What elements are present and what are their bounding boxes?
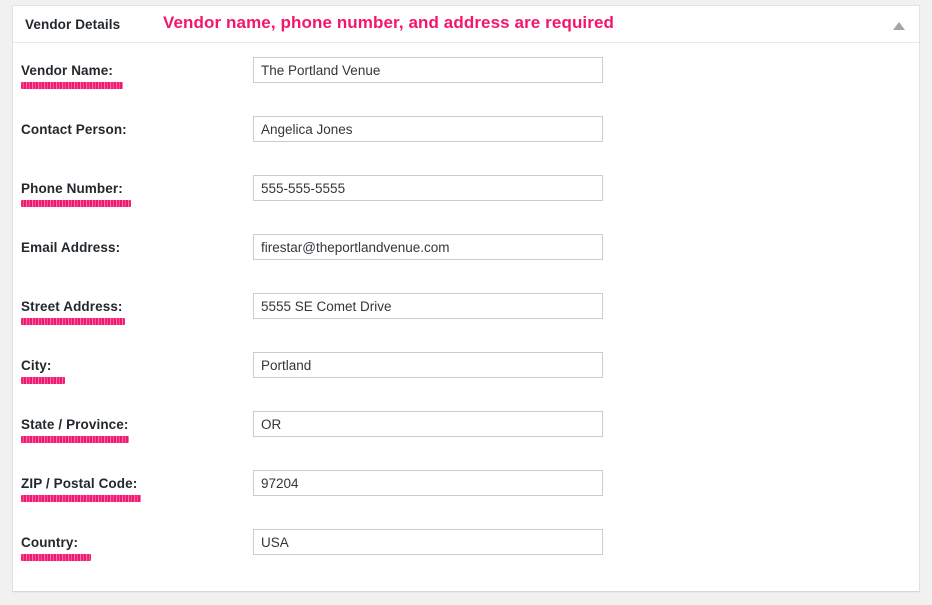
field-input[interactable] bbox=[253, 293, 603, 319]
field-label-group: Vendor Name: bbox=[21, 63, 243, 89]
required-fields-alert: Vendor name, phone number, and address a… bbox=[163, 13, 615, 32]
field-label-group: Street Address: bbox=[21, 299, 243, 325]
field-input[interactable] bbox=[253, 352, 603, 378]
field-label: State / Province: bbox=[21, 417, 129, 432]
required-field-marker bbox=[21, 318, 125, 325]
field-input[interactable] bbox=[253, 234, 603, 260]
form-field-row: ZIP / Postal Code: bbox=[13, 470, 919, 528]
required-field-marker bbox=[21, 436, 129, 443]
field-label: Vendor Name: bbox=[21, 63, 113, 78]
field-label: Contact Person: bbox=[21, 122, 127, 137]
field-label: Street Address: bbox=[21, 299, 123, 314]
form-field-row: Vendor Name: bbox=[13, 57, 919, 115]
field-label-group: State / Province: bbox=[21, 417, 243, 443]
required-field-marker bbox=[21, 200, 131, 207]
field-input[interactable] bbox=[253, 470, 603, 496]
required-field-marker bbox=[21, 495, 141, 502]
form-field-row: State / Province: bbox=[13, 411, 919, 469]
required-field-marker bbox=[21, 377, 65, 384]
field-label-group: ZIP / Postal Code: bbox=[21, 476, 243, 502]
required-field-marker bbox=[21, 554, 91, 561]
field-input[interactable] bbox=[253, 116, 603, 142]
field-label: Email Address: bbox=[21, 240, 121, 255]
panel-header: Vendor Details Vendor name, phone number… bbox=[13, 6, 919, 43]
triangle-up-icon[interactable] bbox=[889, 18, 909, 34]
form-field-row: Contact Person: bbox=[13, 116, 919, 174]
field-input[interactable] bbox=[253, 175, 603, 201]
field-label: ZIP / Postal Code: bbox=[21, 476, 138, 491]
vendor-details-panel: Vendor Details Vendor name, phone number… bbox=[12, 5, 920, 592]
field-input[interactable] bbox=[253, 529, 603, 555]
required-field-marker bbox=[21, 82, 123, 89]
vendor-details-form: Vendor Name: Contact Person: Phone Number:… bbox=[13, 43, 919, 591]
field-label-group: Phone Number: bbox=[21, 181, 243, 207]
panel-title: Vendor Details bbox=[25, 17, 121, 32]
field-label-group: Email Address: bbox=[21, 240, 243, 256]
field-label: Phone Number: bbox=[21, 181, 123, 196]
field-label-group: Contact Person: bbox=[21, 122, 243, 138]
form-field-row: Country: bbox=[13, 529, 919, 587]
form-field-row: Email Address: bbox=[13, 234, 919, 292]
form-field-row: Phone Number: bbox=[13, 175, 919, 233]
form-field-row: City: bbox=[13, 352, 919, 410]
field-input[interactable] bbox=[253, 411, 603, 437]
field-label-group: City: bbox=[21, 358, 243, 384]
form-field-row: Street Address: bbox=[13, 293, 919, 351]
field-label: City: bbox=[21, 358, 52, 373]
field-label-group: Country: bbox=[21, 535, 243, 561]
field-label: Country: bbox=[21, 535, 79, 550]
field-input[interactable] bbox=[253, 57, 603, 83]
